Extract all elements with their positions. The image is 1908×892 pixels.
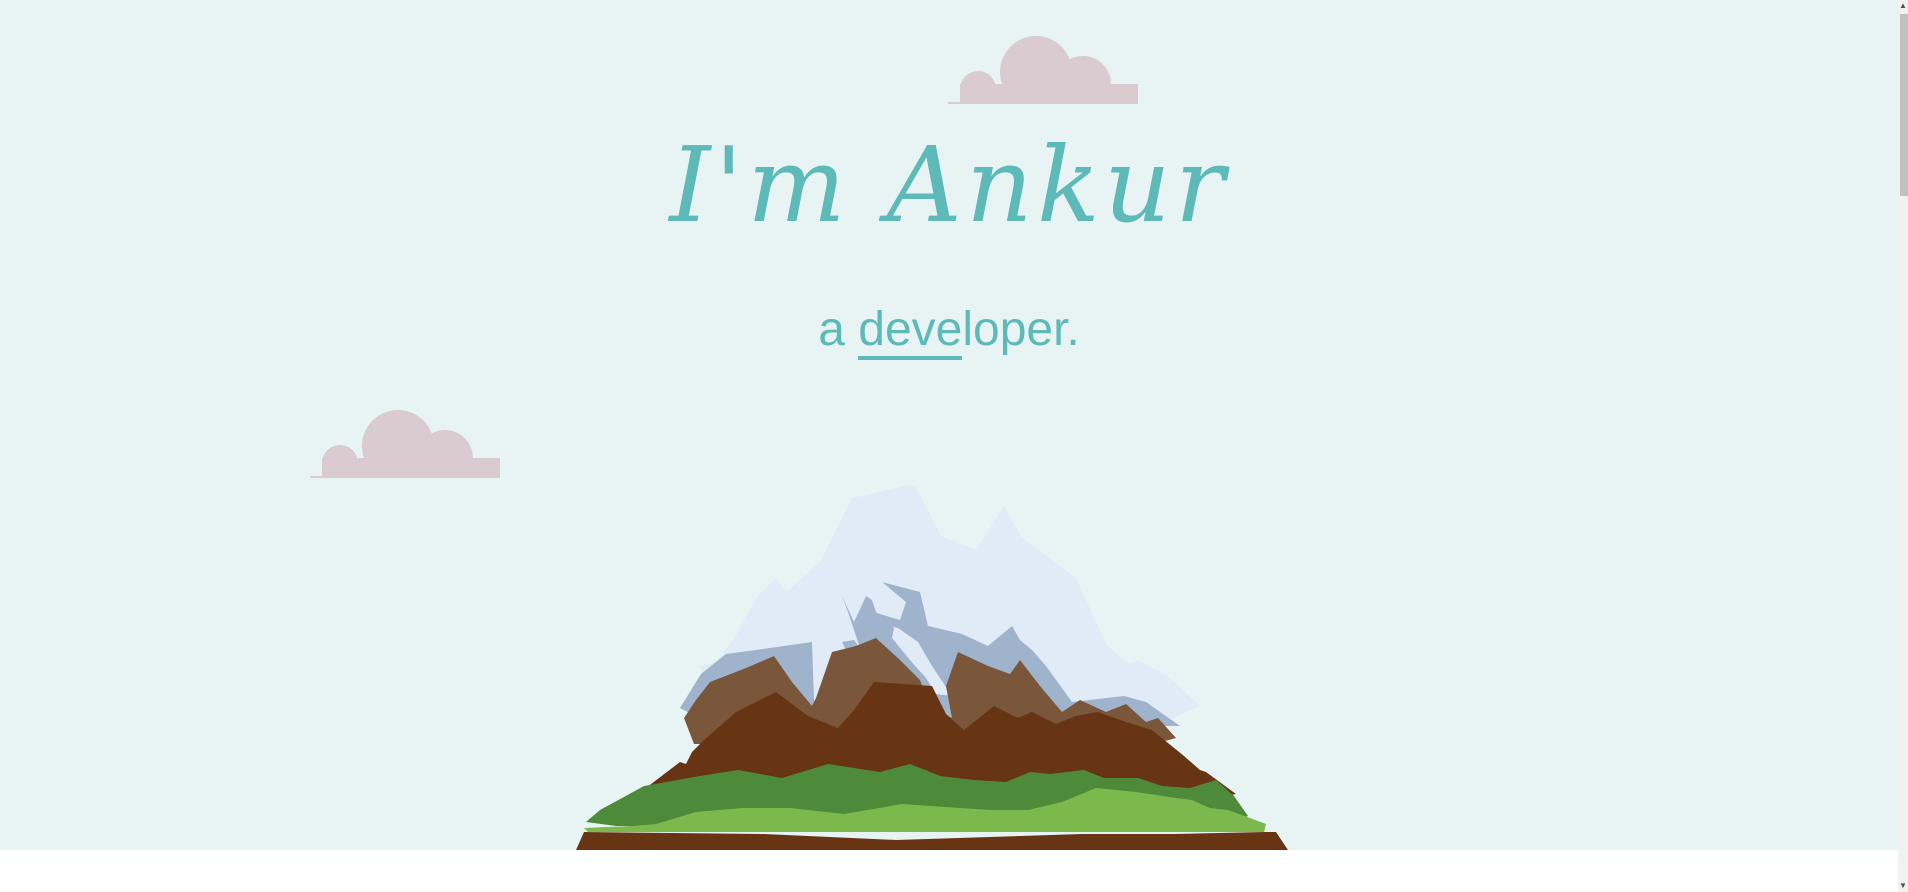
typed-text-underlined: deve	[858, 303, 963, 360]
mountain-illustration	[576, 486, 1288, 850]
scrollbar-thumb[interactable]	[1900, 14, 1908, 196]
arrow-up-icon[interactable]: ▲	[1899, 0, 1907, 12]
cloud-icon	[310, 410, 500, 478]
hero-section: I'm Ankur a developer.	[0, 0, 1898, 850]
hero-heading: I'm Ankur	[669, 124, 1229, 246]
arrow-down-icon[interactable]: ▼	[1899, 880, 1907, 892]
page-scrollbar[interactable]: ▲ ▼	[1898, 0, 1908, 892]
page: I'm Ankur a developer. ▲ ▼	[0, 0, 1908, 892]
hero-subtitle: a developer.	[0, 300, 1898, 360]
subtitle-prefix: a	[818, 303, 859, 356]
cloud-icon	[948, 36, 1138, 104]
typed-text-rest: loper.	[962, 303, 1080, 356]
typed-text: developer.	[858, 303, 1080, 360]
below-fold-section	[0, 850, 1898, 892]
